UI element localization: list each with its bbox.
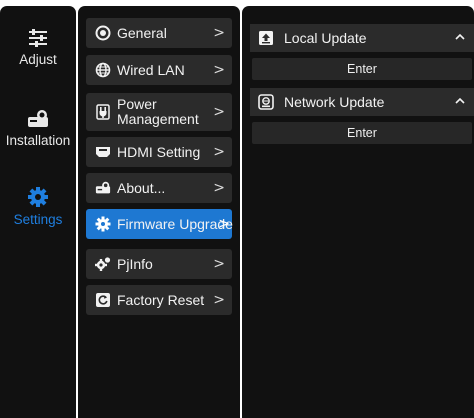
chevron-up-icon [455,97,465,104]
chevron-right-icon: > [213,25,225,41]
nav-item-adjust[interactable]: Adjust [0,28,76,67]
nav-label-settings: Settings [13,212,63,227]
menu-label-hdmi-setting: HDMI Setting [117,143,201,160]
reset-icon [95,292,111,308]
menu-label-power-line2: Management [117,111,199,127]
network-update-header[interactable]: Network Update [250,88,474,116]
menu-item-hdmi-setting[interactable]: HDMI Setting > [86,137,232,167]
menu-item-factory-reset[interactable]: Factory Reset > [86,285,232,315]
record-icon [95,25,111,41]
chevron-right-icon: > [218,216,230,232]
menu-item-firmware-upgrade[interactable]: Firmware Upgrade > [86,209,233,239]
local-update-header[interactable]: Local Update [250,24,474,52]
gear-icon [95,216,111,232]
menu-item-pjinfo[interactable]: PjInfo > [86,249,232,279]
chevron-right-icon: > [213,256,225,272]
nav-item-settings[interactable]: Settings [0,186,76,227]
nav-item-installation[interactable]: Installation [0,109,76,148]
menu-item-power-management[interactable]: Power Management > [86,93,232,131]
menu-label-wired-lan: Wired LAN [117,61,185,78]
plug-icon [95,104,111,120]
gears-icon [95,256,111,272]
upload-icon [259,31,273,45]
menu-item-wired-lan[interactable]: Wired LAN > [86,55,232,85]
menu-label-firmware-upgrade: Firmware Upgrade [117,215,233,232]
menu-item-general[interactable]: General > [86,18,232,48]
menu-label-pjinfo: PjInfo [117,255,153,272]
chevron-right-icon: > [213,104,225,120]
projector-icon [28,110,48,127]
menu-label-factory-reset: Factory Reset [117,291,205,308]
chevron-right-icon: > [213,62,225,78]
globe-icon [95,62,111,78]
chevron-right-icon: > [213,144,225,160]
local-update-enter-button[interactable]: Enter [252,58,472,80]
network-update-title: Network Update [284,94,385,110]
menu-label-about: About... [117,179,166,196]
chevron-up-icon [455,33,465,40]
chevron-right-icon: > [213,292,225,308]
network-update-enter-button[interactable]: Enter [252,122,472,144]
nav-column: Adjust Installation Settings [0,6,76,418]
menu-column: General > Wired LAN > Power Management >… [78,6,240,418]
menu-label-power-line1: Power [117,96,157,112]
sliders-icon [29,29,47,47]
gear-icon [28,187,48,207]
local-update-title: Local Update [284,30,367,46]
nav-label-installation: Installation [5,133,71,148]
nav-label-adjust: Adjust [19,52,57,67]
menu-label-general: General [117,24,167,41]
detail-column: Local Update Enter Network Update Enter [242,6,474,418]
menu-label-power-management: Power Management [117,97,199,127]
menu-item-about[interactable]: About... > [86,173,232,203]
chevron-right-icon: > [213,180,225,196]
projector-icon [95,180,111,196]
hdmi-icon [95,144,111,160]
network-icon [258,94,274,110]
